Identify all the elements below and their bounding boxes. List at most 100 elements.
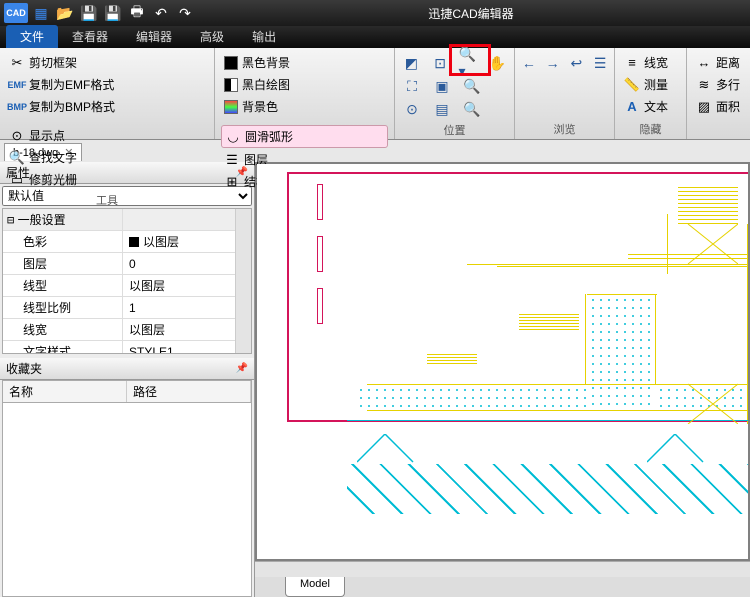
canvas-scrollbar[interactable]	[255, 561, 750, 577]
area-icon: ▨	[696, 99, 712, 115]
y-line	[587, 294, 657, 295]
area-button[interactable]: ▨面积	[693, 96, 744, 117]
nav-back-icon[interactable]: ↩	[569, 52, 585, 74]
smooth-arc-button[interactable]: ◡圆滑弧形	[221, 125, 388, 148]
bgcolor-icon	[224, 100, 238, 114]
cyan-triangle	[647, 434, 707, 464]
bw-draw-button[interactable]: 黑白绘图	[221, 74, 388, 95]
quick-access-toolbar: CAD ▦ 📂 💾 💾 🖶 ↶ ↷	[4, 3, 196, 23]
show-points-button[interactable]: ⊙显示点	[6, 125, 208, 146]
zoom-center-icon[interactable]: ⊙	[401, 98, 423, 120]
ribbon-group-cad-draw: 黑色背景 黑白绘图 背景色 ◡圆滑弧形 ☰图层 ⊞结构 CAD绘图设置	[215, 48, 395, 139]
frame-detail	[317, 184, 323, 220]
favorites-title: 收藏夹	[6, 360, 42, 377]
measure-button[interactable]: 📏测量	[621, 74, 680, 95]
pin-icon[interactable]: 📌	[236, 363, 248, 374]
zoom-in-dropdown[interactable]: 🔍▾	[459, 52, 480, 74]
crop-frame-button[interactable]: ✂剪切框架	[6, 52, 208, 73]
model-tabbar: Model	[255, 577, 750, 597]
arc-icon: ◡	[225, 129, 241, 145]
model-space-tab[interactable]: Model	[285, 577, 345, 597]
ribbon-tabs: 文件 查看器 编辑器 高级 输出	[0, 26, 750, 48]
nav-list-icon[interactable]: ☰	[592, 52, 608, 74]
prop-row[interactable]: 色彩以图层	[3, 231, 235, 253]
tab-viewer[interactable]: 查看器	[58, 25, 122, 48]
bg-color-button[interactable]: 背景色	[221, 96, 388, 117]
measure-icon: 📏	[624, 77, 640, 93]
text-icon: A	[624, 99, 640, 115]
zoom-extents-icon[interactable]: ⊡	[430, 52, 451, 74]
drawing-annotation	[519, 314, 579, 330]
zoom-realtime-icon[interactable]: 🔍	[461, 98, 483, 120]
app-title: 迅捷CAD编辑器	[196, 5, 746, 22]
undo-icon[interactable]: ↶	[150, 3, 172, 23]
hatch-dots	[357, 386, 587, 408]
tab-editor[interactable]: 编辑器	[122, 25, 186, 48]
nav-right-icon[interactable]: →	[545, 52, 561, 74]
favorites-body	[2, 403, 252, 597]
emf-icon: EMF	[9, 77, 25, 93]
prop-row[interactable]: 线型以图层	[3, 275, 235, 297]
text-button[interactable]: A文本	[621, 96, 680, 117]
open-icon[interactable]: 📂	[54, 3, 76, 23]
y-line	[667, 214, 668, 274]
drawing-annotation	[678, 184, 738, 224]
main-area: 属性 📌 默认值 ⊟ 一般设置 色彩以图层 图层0 线型以图层 线型比例1	[0, 162, 750, 597]
canvas-area: Model	[255, 162, 750, 597]
trim-icon: ▭	[9, 172, 25, 188]
ribbon-group-tools: ✂剪切框架 EMF复制为EMF格式 BMP复制为BMP格式 ⊙显示点 🔍查找文字…	[0, 48, 215, 139]
zoom-sel-icon[interactable]: ▣	[431, 75, 453, 97]
ribbon-group-hide: ≡线宽 📏测量 A文本 隐藏	[615, 48, 687, 139]
nav-left-icon[interactable]: ←	[521, 52, 537, 74]
drawing-canvas[interactable]	[257, 164, 748, 559]
find-text-button[interactable]: 🔍查找文字	[6, 147, 208, 168]
print-icon[interactable]: 🖶	[126, 3, 148, 23]
prop-row[interactable]: 文字样式STYLE1	[3, 341, 235, 353]
favorites-header: 收藏夹 📌	[0, 358, 254, 380]
distance-button[interactable]: ↔距离	[693, 52, 744, 73]
copy-emf-button[interactable]: EMF复制为EMF格式	[6, 74, 208, 95]
zoom-all-icon[interactable]: ▤	[431, 98, 453, 120]
ribbon-group-browse: ← → ↩ ☰ 浏览	[515, 48, 615, 139]
group-label-position: 位置	[401, 120, 508, 138]
frame-detail	[317, 288, 323, 324]
save-icon[interactable]: 💾	[78, 3, 100, 23]
prop-row[interactable]: 图层0	[3, 253, 235, 275]
titlebar: CAD ▦ 📂 💾 💾 🖶 ↶ ↷ 迅捷CAD编辑器	[0, 0, 750, 26]
col-path[interactable]: 路径	[127, 381, 251, 402]
app-icon[interactable]: CAD	[4, 3, 28, 23]
col-name[interactable]: 名称	[3, 381, 127, 402]
tab-output[interactable]: 输出	[238, 25, 290, 48]
trim-raster-button[interactable]: ▭修剪光栅	[6, 169, 208, 190]
lineweight-icon: ≡	[624, 55, 640, 71]
layers-icon: ☰	[224, 152, 240, 168]
tab-file[interactable]: 文件	[6, 25, 58, 48]
fit-icon[interactable]: ⛶	[401, 75, 423, 97]
zoom-out-icon[interactable]: 🔍	[461, 75, 483, 97]
favorites-columns: 名称 路径	[2, 380, 252, 403]
group-label-tools: 工具	[6, 190, 208, 208]
zoom-window-icon[interactable]: ◩	[401, 52, 422, 74]
redo-icon[interactable]: ↷	[174, 3, 196, 23]
tab-advanced[interactable]: 高级	[186, 25, 238, 48]
favorites-panel: 收藏夹 📌 名称 路径	[0, 358, 254, 597]
multiline-icon: ≋	[696, 77, 712, 93]
prop-row[interactable]: 线宽以图层	[3, 319, 235, 341]
structure-icon: ⊞	[224, 174, 240, 190]
drawing-annotation	[427, 354, 477, 364]
find-icon: 🔍	[9, 150, 25, 166]
new-icon[interactable]: ▦	[30, 3, 52, 23]
prop-row[interactable]: 线型比例1	[3, 297, 235, 319]
props-section[interactable]: ⊟ 一般设置	[3, 209, 235, 231]
crop-icon: ✂	[9, 55, 25, 71]
multiline-button[interactable]: ≋多行	[693, 74, 744, 95]
black-bg-button[interactable]: 黑色背景	[221, 52, 388, 73]
y-line	[655, 294, 656, 384]
properties-scrollbar[interactable]	[235, 209, 251, 353]
saveas-icon[interactable]: 💾	[102, 3, 124, 23]
app-window: CAD ▦ 📂 💾 💾 🖶 ↶ ↷ 迅捷CAD编辑器 文件 查看器 编辑器 高级…	[0, 0, 750, 597]
copy-bmp-button[interactable]: BMP复制为BMP格式	[6, 96, 208, 117]
blackbg-icon	[224, 56, 238, 70]
pan-icon[interactable]: ✋	[487, 52, 508, 74]
lineweight-button[interactable]: ≡线宽	[621, 52, 680, 73]
